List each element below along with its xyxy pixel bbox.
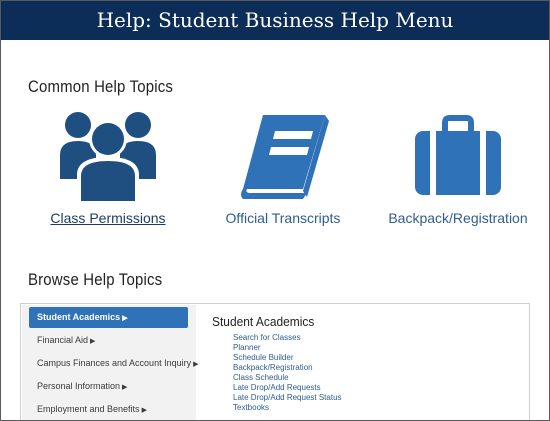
group-users-icon (60, 112, 156, 201)
sidebar-item-label: Personal Information (37, 381, 121, 391)
caret-right-icon: ▶ (90, 338, 96, 345)
link-backpack-registration[interactable]: Backpack/Registration (233, 363, 512, 373)
link-late-drop-add-request-status[interactable]: Late Drop/Add Request Status (233, 393, 512, 403)
topic-label[interactable]: Class Permissions (23, 210, 193, 226)
sidebar-item-personal-information[interactable]: Personal Information ▶ (29, 376, 188, 397)
browse-help-topics-heading: Browse Help Topics (28, 270, 163, 289)
topic-label[interactable]: Backpack/Registration (373, 210, 543, 226)
link-late-drop-add-requests[interactable]: Late Drop/Add Requests (233, 383, 512, 393)
sidebar-item-label: Campus Finances and Account Inquiry (37, 358, 192, 368)
link-planner[interactable]: Planner (233, 343, 512, 353)
common-help-topics-heading: Common Help Topics (28, 77, 174, 96)
page-title: Help: Student Business Help Menu (1, 1, 549, 40)
sidebar-item-student-academics[interactable]: Student Academics ▶ (29, 307, 188, 328)
caret-right-icon: ▶ (141, 407, 147, 414)
book-icon (241, 115, 329, 199)
sidebar-item-financial-aid[interactable]: Financial Aid ▶ (29, 330, 188, 351)
link-textbooks[interactable]: Textbooks (233, 403, 512, 413)
briefcase-icon (415, 115, 501, 195)
caret-right-icon: ▶ (122, 315, 128, 322)
caret-right-icon: ▶ (193, 361, 199, 368)
sidebar-item-label: Financial Aid (37, 335, 89, 345)
sidebar-item-campus-finances[interactable]: Campus Finances and Account Inquiry ▶ (29, 353, 198, 374)
topic-label[interactable]: Official Transcripts (198, 210, 368, 226)
link-schedule-builder[interactable]: Schedule Builder (233, 353, 512, 363)
topic-official-transcripts[interactable]: Official Transcripts (198, 109, 368, 235)
link-search-for-classes[interactable]: Search for Classes (233, 333, 512, 343)
help-page: Help: Student Business Help Menu Common … (0, 0, 550, 421)
caret-right-icon: ▶ (122, 384, 128, 391)
topic-backpack-registration[interactable]: Backpack/Registration (373, 109, 543, 235)
link-class-schedule[interactable]: Class Schedule (233, 373, 512, 383)
sidebar-item-label: Employment and Benefits (37, 404, 140, 414)
topic-class-permissions[interactable]: Class Permissions (23, 109, 193, 235)
link-list: Search for Classes Planner Schedule Buil… (212, 333, 512, 413)
content-heading: Student Academics (212, 314, 315, 329)
sidebar-item-employment-benefits[interactable]: Employment and Benefits ▶ (29, 399, 188, 420)
browse-sidebar: Student Academics ▶ Financial Aid ▶ Campus… (22, 305, 198, 420)
browse-panel: Student Academics ▶ Financial Aid ▶ Campus… (20, 303, 530, 420)
browse-content: Student Academics Search for Classes Pla… (212, 314, 512, 413)
sidebar-item-label: Student Academics (37, 312, 121, 322)
